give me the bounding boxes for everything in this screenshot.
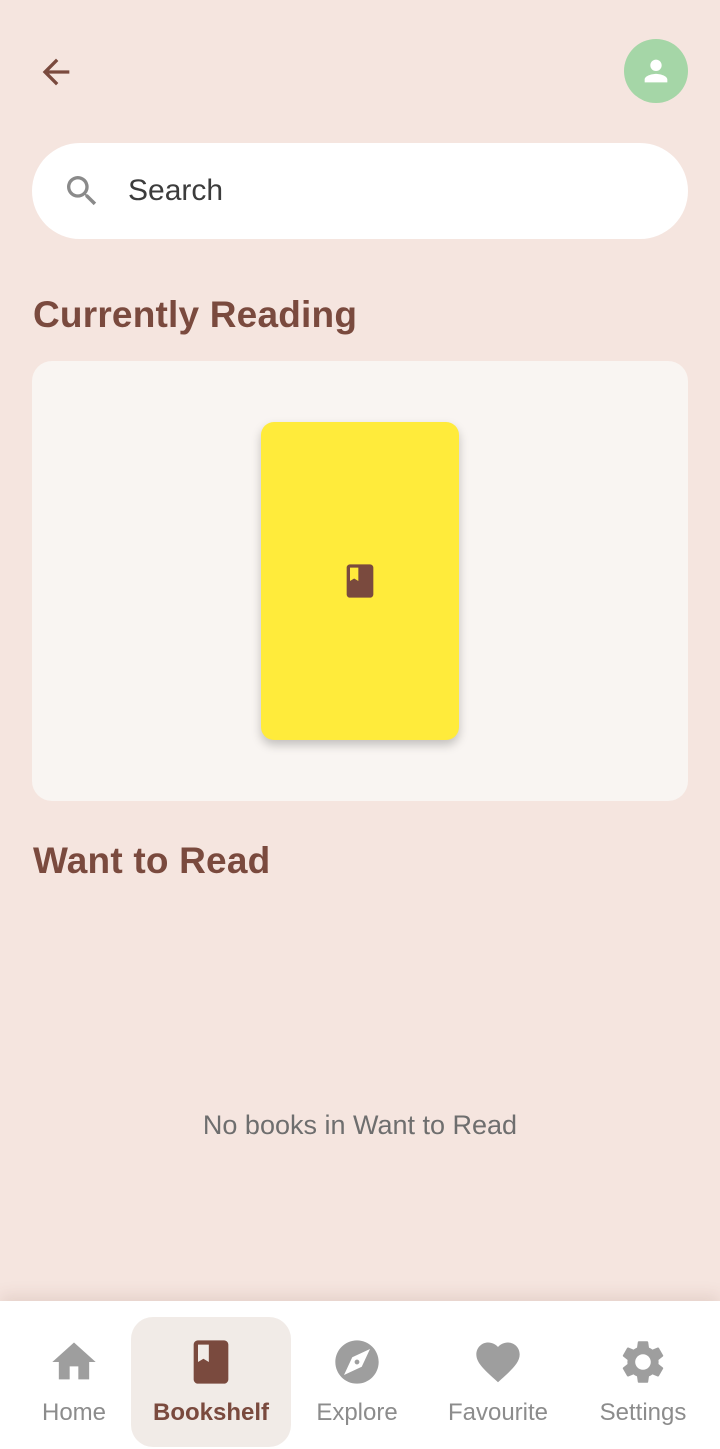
gear-icon	[617, 1337, 669, 1387]
bookshelf-screen: Currently Reading Want to Read No books …	[0, 0, 720, 1449]
arrow-back-icon	[42, 58, 70, 86]
nav-item-bookshelf[interactable]: Bookshelf	[131, 1317, 291, 1447]
search-icon	[62, 171, 102, 211]
avatar[interactable]	[624, 39, 688, 103]
home-icon	[48, 1337, 100, 1387]
want-to-read-heading: Want to Read	[33, 840, 271, 881]
nav-label-home: Home	[41, 1399, 107, 1426]
nav-label-settings: Settings	[599, 1399, 687, 1426]
want-to-read-empty-message: No books in Want to Read	[202, 1110, 518, 1140]
nav-label-explore: Explore	[316, 1399, 398, 1426]
search-input[interactable]	[128, 161, 608, 221]
currently-reading-card	[32, 361, 688, 801]
currently-reading-heading: Currently Reading	[33, 294, 358, 335]
nav-label-favourite: Favourite	[447, 1399, 549, 1426]
compass-icon	[331, 1337, 383, 1387]
nav-item-settings[interactable]: Settings	[588, 1317, 698, 1447]
nav-item-favourite[interactable]: Favourite	[433, 1317, 563, 1447]
person-icon	[644, 59, 668, 83]
book-icon	[185, 1337, 237, 1387]
book-icon	[346, 564, 374, 598]
bottom-navigation: Home Bookshelf Explore Favourite Setting	[0, 1301, 720, 1449]
nav-label-bookshelf: Bookshelf	[152, 1399, 269, 1426]
search-bar[interactable]	[32, 143, 688, 239]
back-button[interactable]	[30, 46, 82, 98]
nav-item-explore[interactable]: Explore	[297, 1317, 417, 1447]
nav-item-home[interactable]: Home	[22, 1317, 126, 1447]
book-cover[interactable]	[261, 422, 459, 740]
heart-icon	[472, 1337, 524, 1387]
